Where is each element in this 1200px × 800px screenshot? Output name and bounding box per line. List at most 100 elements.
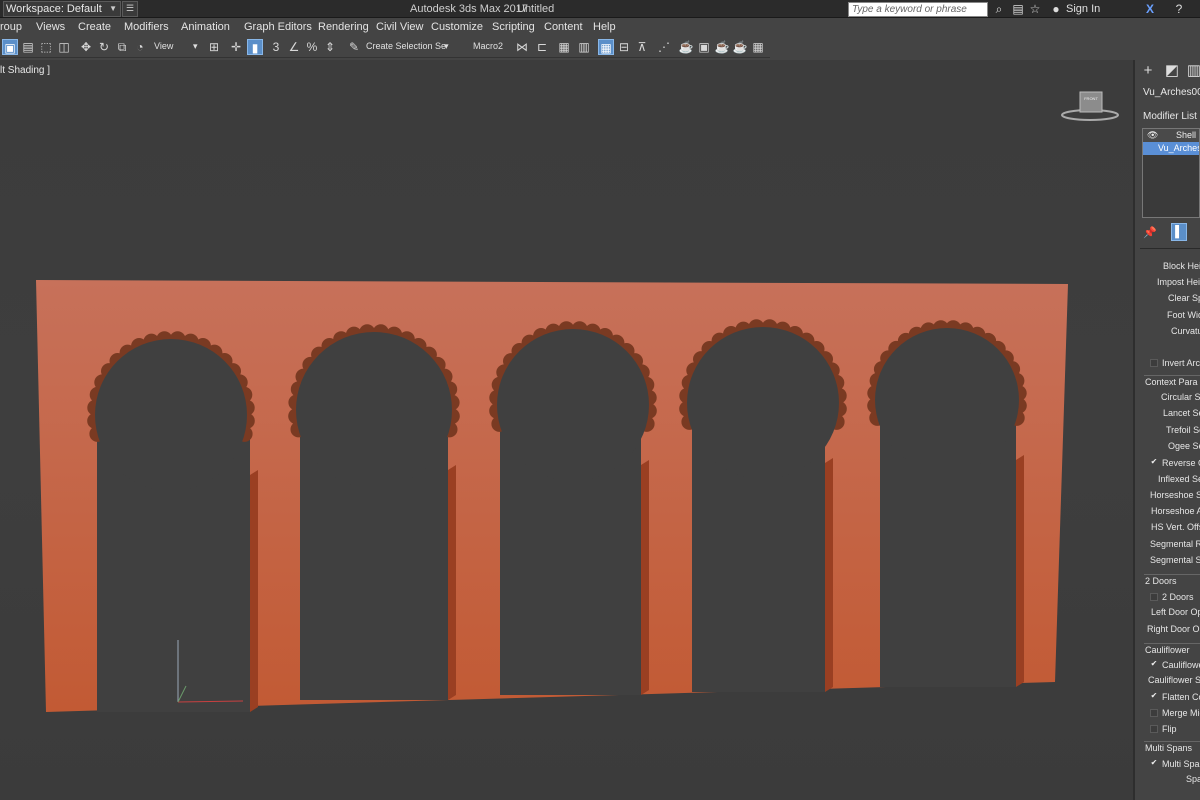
keyword-search-input[interactable] xyxy=(848,2,988,17)
arch-opening-4 xyxy=(679,319,847,692)
context-param-label: Segmental Ra xyxy=(1150,539,1200,549)
eye-icon[interactable]: 👁 xyxy=(1147,129,1158,142)
viewcube[interactable]: FRONT xyxy=(1060,90,1120,124)
scale-icon[interactable]: ⧉ xyxy=(114,39,130,55)
select-by-name-icon[interactable]: ▤ xyxy=(20,39,36,55)
divider xyxy=(1144,643,1200,644)
binoculars-icon[interactable]: ⌕ xyxy=(992,2,1006,16)
quick-access-menu-icon[interactable]: ☰ xyxy=(122,1,138,17)
menu-content[interactable]: Content xyxy=(544,21,583,33)
workspace-dropdown[interactable]: Workspace: Default ▼ xyxy=(3,1,121,17)
menu-customize[interactable]: Customize xyxy=(431,21,483,33)
menu-create[interactable]: Create xyxy=(78,21,111,33)
checkbox[interactable] xyxy=(1150,359,1158,367)
menu-views[interactable]: Views xyxy=(36,21,65,33)
context-param-label: Trefoil Se xyxy=(1166,425,1200,435)
two-doors-checkbox[interactable]: 2 Doors xyxy=(1162,592,1194,602)
material-editor-icon[interactable]: ⊼ xyxy=(634,39,650,55)
rotate-icon[interactable]: ↻ xyxy=(96,39,112,55)
menu-rendering[interactable]: Rendering xyxy=(318,21,369,33)
menu-graph-editors[interactable]: Graph Editors xyxy=(244,21,312,33)
mirror-icon[interactable]: ⋈ xyxy=(514,39,530,55)
chevron-down-icon: ▼ xyxy=(109,4,117,13)
render-cloud-icon[interactable]: ▦ xyxy=(750,39,766,55)
checkbox[interactable]: ✔ xyxy=(1150,759,1158,768)
stack-item-vu-arches[interactable]: Vu_Arches xyxy=(1143,142,1199,155)
sign-in-link[interactable]: Sign In xyxy=(1066,3,1100,15)
toggle-ribbon-icon[interactable]: ▥ xyxy=(576,39,592,55)
menu-bar: roup Views Create Modifiers Animation Gr… xyxy=(0,18,1200,36)
menu-modifiers[interactable]: Modifiers xyxy=(124,21,169,33)
pivot-center-icon[interactable]: ⊞ xyxy=(206,39,222,55)
edit-named-selection-icon[interactable]: ✎ xyxy=(346,39,362,55)
layer-explorer-icon[interactable]: ▦ xyxy=(556,39,572,55)
help-icon[interactable]: ? xyxy=(1172,2,1186,16)
macro-button[interactable]: Macro2 xyxy=(473,41,503,51)
keyboard-shortcut-override-icon[interactable]: ▮ xyxy=(247,39,263,55)
menu-civil-view[interactable]: Civil View xyxy=(376,21,423,33)
star-icon[interactable]: ☆ xyxy=(1028,2,1042,16)
hierarchy-tab-icon[interactable]: ▥ xyxy=(1185,62,1200,80)
reference-coordinate-dropdown[interactable]: View xyxy=(154,41,173,51)
align-icon[interactable]: ⊏ xyxy=(534,39,550,55)
flip-checkbox[interactable]: Flip xyxy=(1162,724,1177,734)
group-cauliflower[interactable]: Cauliflower xyxy=(1145,645,1190,655)
checkbox[interactable]: ✔ xyxy=(1150,458,1158,467)
merge-mid-checkbox[interactable]: Merge Mid xyxy=(1162,708,1200,718)
checkbox[interactable] xyxy=(1150,725,1158,733)
arches-scene xyxy=(36,280,1068,712)
object-name-field[interactable]: Vu_Arches003 xyxy=(1143,87,1200,98)
checkbox[interactable] xyxy=(1150,709,1158,717)
flatten-checkbox[interactable]: Flatten Co xyxy=(1162,692,1200,702)
menu-scripting[interactable]: Scripting xyxy=(492,21,535,33)
invert-arc-checkbox[interactable]: Invert Arc xyxy=(1162,358,1200,368)
document-title: Untitled xyxy=(517,3,555,15)
menu-help[interactable]: Help xyxy=(593,21,616,33)
rectangular-selection-icon[interactable]: ⬚ xyxy=(38,39,54,55)
multi-spans-checkbox[interactable]: Multi Span xyxy=(1162,759,1200,769)
curve-editor-icon[interactable]: ▦ xyxy=(598,39,614,55)
exchange-icon[interactable]: X xyxy=(1143,2,1157,16)
cart-icon[interactable]: ▤ xyxy=(1011,2,1025,16)
menu-animation[interactable]: Animation xyxy=(181,21,230,33)
context-param-label[interactable]: Reverse O xyxy=(1162,458,1200,468)
context-param-label: Circular Se xyxy=(1161,392,1200,402)
checkbox[interactable]: ✔ xyxy=(1150,660,1158,669)
cauliflower-checkbox[interactable]: Cauliflowe xyxy=(1162,660,1200,670)
rendered-frame-icon[interactable]: ☕ xyxy=(678,39,694,55)
window-crossing-icon[interactable]: ◫ xyxy=(56,39,72,55)
context-param-label: Horseshoe A xyxy=(1151,506,1200,516)
schematic-view-icon[interactable]: ⊟ xyxy=(616,39,632,55)
checkbox[interactable]: ✔ xyxy=(1150,692,1158,701)
select-place-icon[interactable]: ◔ xyxy=(132,39,148,55)
modify-tab-icon[interactable]: ◩ xyxy=(1163,62,1181,80)
create-tab-icon[interactable]: + xyxy=(1139,62,1157,80)
render-active-icon[interactable]: ☕ xyxy=(732,39,748,55)
arch-opening-1 xyxy=(87,331,258,712)
show-end-result-icon[interactable]: ▌ xyxy=(1171,223,1187,241)
menu-group[interactable]: roup xyxy=(0,21,22,33)
group-multi-spans[interactable]: Multi Spans xyxy=(1145,743,1192,753)
group-2-doors[interactable]: 2 Doors xyxy=(1145,576,1177,586)
chevron-down-icon: ▾ xyxy=(193,41,198,51)
checkbox[interactable] xyxy=(1150,593,1158,601)
angle-snap-icon[interactable]: ∠ xyxy=(286,39,302,55)
percent-snap-icon[interactable]: % xyxy=(304,39,320,55)
render-setup-icon[interactable]: ⋰ xyxy=(656,39,672,55)
group-context-params[interactable]: Context Para xyxy=(1145,377,1198,387)
user-icon[interactable]: ● xyxy=(1049,2,1063,16)
stack-item-shell[interactable]: 👁 Shell xyxy=(1143,129,1199,142)
snaps-toggle-icon[interactable]: 3 xyxy=(268,39,284,55)
named-selection-set-dropdown[interactable]: Create Selection Se xyxy=(366,41,446,51)
modifier-stack[interactable]: 👁 Shell Vu_Arches xyxy=(1142,128,1200,218)
render-iterative-icon[interactable]: ☕ xyxy=(714,39,730,55)
modifier-list-dropdown[interactable]: Modifier List xyxy=(1143,111,1197,122)
move-icon[interactable]: ✥ xyxy=(78,39,94,55)
select-manipulate-icon[interactable]: ✛ xyxy=(228,39,244,55)
spinner-snap-icon[interactable]: ⇕ xyxy=(322,39,338,55)
pin-stack-icon[interactable]: 📌 xyxy=(1143,226,1157,239)
param-label: Left Door Op xyxy=(1151,607,1200,617)
select-object-icon[interactable]: ▣ xyxy=(2,39,18,55)
render-production-icon[interactable]: ▣ xyxy=(696,39,712,55)
perspective-viewport[interactable]: lt Shading ] FRONT xyxy=(0,60,1133,800)
